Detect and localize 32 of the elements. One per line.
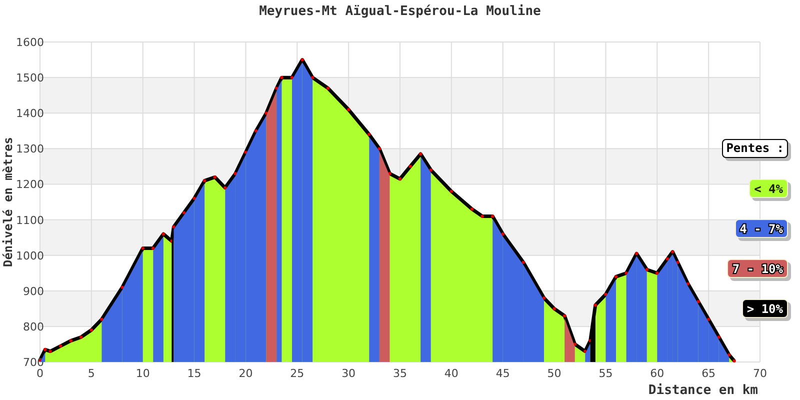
y-tick-label: 800 [23,320,44,334]
x-tick-label: 10 [136,367,150,380]
x-tick-label: 65 [702,367,716,380]
x-tick-label: 5 [88,367,95,380]
y-tick-label: 1400 [16,107,44,120]
x-tick-label: 60 [650,367,664,380]
x-tick-label: 40 [444,367,458,380]
x-tick-label: 50 [547,367,562,380]
x-tick-label: 45 [496,367,510,380]
x-tick-label: 55 [598,367,613,380]
legend-tag: 4 - 7% [734,219,788,238]
chart-title: Meyrues-Mt Aïgual-Espérou-La Mouline [259,4,541,19]
y-tick-label: 1200 [16,178,44,192]
legend-title: Pentes : [722,139,788,158]
x-tick-label: 25 [290,367,304,380]
x-tick-label: 30 [342,367,356,380]
x-tick-label: 20 [238,367,253,380]
y-tick-label: 1300 [16,142,44,156]
y-tick-label: 1000 [16,249,44,262]
legend-tag: < 4% [749,179,788,198]
x-tick-label: 35 [393,367,407,380]
y-tick-label: 1500 [16,72,44,85]
x-tick-label: 15 [187,367,202,380]
y-tick-label: 1100 [16,214,44,227]
legend-tag: > 10% [742,299,788,318]
x-tick-label: 0 [36,367,44,380]
y-tick-label: 900 [23,284,44,298]
legend-tag: 7 - 10% [727,259,788,278]
x-tick-label: 70 [753,367,767,380]
x-axis-title: Distance en km [648,383,758,398]
y-axis-title: Dénivelé en mètres [1,136,15,268]
y-tick-label: 1600 [16,36,44,49]
